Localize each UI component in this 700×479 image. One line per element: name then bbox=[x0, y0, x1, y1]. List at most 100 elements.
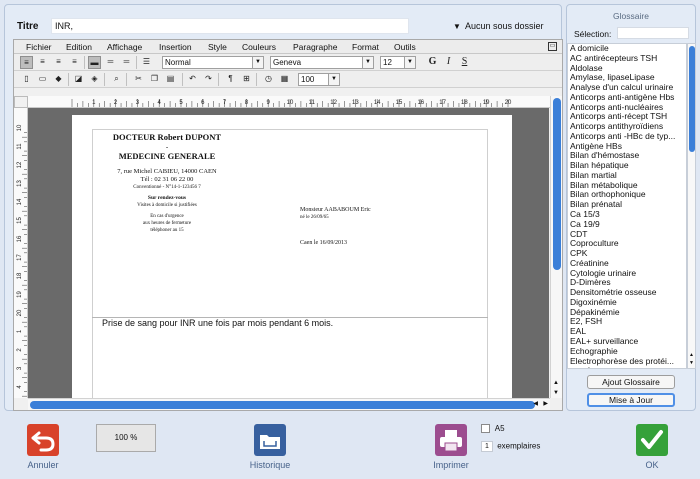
glossary-item[interactable]: CDT bbox=[568, 230, 686, 240]
update-button[interactable]: Mise à Jour bbox=[587, 393, 675, 407]
glossary-item[interactable]: Densitométrie osseuse bbox=[568, 288, 686, 298]
find-icon[interactable]: ⌕ bbox=[110, 73, 123, 86]
glossary-item[interactable]: D-Dimères bbox=[568, 278, 686, 288]
print-button[interactable]: Imprimer bbox=[426, 424, 476, 470]
glossary-item[interactable]: Digoxinémie bbox=[568, 298, 686, 308]
glossary-item[interactable]: AC antirécepteurs TSH bbox=[568, 54, 686, 64]
add-glossary-button[interactable]: Ajout Glossaire bbox=[587, 375, 675, 389]
menu-couleurs[interactable]: Couleurs bbox=[242, 42, 276, 52]
glossary-item[interactable]: Anticorps anti-récept TSH bbox=[568, 112, 686, 122]
ok-button[interactable]: OK bbox=[634, 424, 670, 470]
vertical-ruler[interactable]: 10 11 12 13 14 15 16 17 18 19 20 1 2 3 4 bbox=[14, 108, 28, 402]
glossary-item[interactable]: Bilan orthophonique bbox=[568, 190, 686, 200]
spacing-double-icon[interactable]: ═ bbox=[120, 56, 133, 69]
glossary-item[interactable]: Echographie bbox=[568, 347, 686, 357]
scroll-left-icon[interactable]: ◀ bbox=[533, 400, 538, 407]
size-select[interactable]: 12 ▼ bbox=[380, 56, 416, 69]
glossary-item[interactable]: E2, FSH bbox=[568, 317, 686, 327]
glossary-item[interactable]: Cytologie urinaire bbox=[568, 269, 686, 279]
glossary-item[interactable]: Bilan d'hémostase bbox=[568, 151, 686, 161]
spacing-onehalf-icon[interactable]: ═ bbox=[104, 56, 117, 69]
menu-fichier[interactable]: Fichier bbox=[26, 42, 52, 52]
align-left-icon[interactable]: ≡ bbox=[20, 56, 33, 69]
scrollbar-thumb[interactable] bbox=[689, 46, 695, 152]
zoom-select[interactable]: 100 ▼ bbox=[298, 73, 340, 86]
prescription-text[interactable]: Prise de sang pour INR une fois par mois… bbox=[102, 318, 333, 328]
redo-icon[interactable]: ↷ bbox=[202, 73, 215, 86]
glossary-item[interactable]: Bilan prénatal bbox=[568, 200, 686, 210]
open-folder-icon[interactable]: ▭ bbox=[36, 73, 49, 86]
folder-dropdown[interactable]: ▼ Aucun sous dossier bbox=[453, 21, 543, 31]
menu-edition[interactable]: Edition bbox=[66, 42, 92, 52]
glossary-item[interactable]: Bilan métabolique bbox=[568, 181, 686, 191]
spacing-single-icon[interactable]: ▬ bbox=[88, 56, 101, 69]
menu-outils[interactable]: Outils bbox=[394, 42, 416, 52]
glossary-item[interactable]: Coproculture bbox=[568, 239, 686, 249]
glossary-item[interactable]: Anticorps antithyroïdiens bbox=[568, 122, 686, 132]
document-area[interactable]: DOCTEUR Robert DUPONT - MEDECINE GENERAL… bbox=[28, 108, 549, 398]
glossary-item[interactable]: Antigène HBs bbox=[568, 142, 686, 152]
menu-style[interactable]: Style bbox=[208, 42, 227, 52]
document-horizontal-scrollbar[interactable]: ◀ ▶ bbox=[28, 398, 550, 410]
print-preview-icon[interactable]: ◪ bbox=[72, 73, 85, 86]
glossary-item[interactable]: Dépakinémie bbox=[568, 308, 686, 318]
paragraph-marks-icon[interactable]: ¶ bbox=[224, 73, 237, 86]
glossary-item[interactable]: Créatinine bbox=[568, 259, 686, 269]
document-page[interactable]: DOCTEUR Robert DUPONT - MEDECINE GENERAL… bbox=[72, 115, 512, 398]
glossary-item[interactable]: Bilan hépatique bbox=[568, 161, 686, 171]
scroll-up-icon[interactable]: ▲ bbox=[553, 380, 559, 386]
print-zoom-box[interactable]: 100 % bbox=[96, 424, 156, 452]
glossary-item[interactable]: Anticorps anti -HBc de typ... bbox=[568, 132, 686, 142]
menu-insertion[interactable]: Insertion bbox=[159, 42, 192, 52]
copy-icon[interactable]: ❐ bbox=[148, 73, 161, 86]
glossary-item[interactable]: Bilan martial bbox=[568, 171, 686, 181]
scroll-up-icon[interactable]: ▲ bbox=[689, 352, 694, 358]
paste-icon[interactable]: ▤ bbox=[164, 73, 177, 86]
scroll-down-icon[interactable]: ▼ bbox=[553, 390, 559, 396]
bold-button[interactable]: G bbox=[426, 56, 439, 69]
undo-icon[interactable]: ↶ bbox=[186, 73, 199, 86]
horizontal-ruler[interactable]: 1 2 3 4 5 6 7 8 9 10 11 12 13 14 15 16 17 18 19 20 bbox=[28, 96, 550, 108]
menu-paragraphe[interactable]: Paragraphe bbox=[293, 42, 337, 52]
menu-format[interactable]: Format bbox=[352, 42, 379, 52]
underline-button[interactable]: S bbox=[458, 56, 471, 69]
cut-icon[interactable]: ✂ bbox=[132, 73, 145, 86]
bullet-list-icon[interactable]: ☰ bbox=[140, 56, 153, 69]
scrollbar-thumb[interactable] bbox=[30, 401, 535, 409]
glossary-item[interactable]: EAL+ surveillance bbox=[568, 337, 686, 347]
clock-icon[interactable]: ◷ bbox=[262, 73, 275, 86]
glossary-item[interactable]: EAL bbox=[568, 327, 686, 337]
glossary-item[interactable]: Anticorps anti-nucléaires bbox=[568, 103, 686, 113]
save-icon[interactable]: ◆ bbox=[52, 73, 65, 86]
glossary-item[interactable]: Ca 15/3 bbox=[568, 210, 686, 220]
glossary-item[interactable]: A domicile bbox=[568, 44, 686, 54]
new-document-icon[interactable]: ▯ bbox=[20, 73, 33, 86]
glossary-item[interactable]: Ca 19/9 bbox=[568, 220, 686, 230]
a5-option[interactable]: A5 bbox=[481, 424, 505, 434]
align-justify-icon[interactable]: ≡ bbox=[68, 56, 81, 69]
glossary-item[interactable]: CPK bbox=[568, 249, 686, 259]
scroll-right-icon[interactable]: ▶ bbox=[543, 400, 548, 407]
scrollbar-thumb[interactable] bbox=[553, 98, 561, 270]
history-button[interactable]: Historique bbox=[242, 424, 298, 470]
style-select[interactable]: Normal ▼ bbox=[162, 56, 264, 69]
italic-button[interactable]: I bbox=[442, 56, 455, 69]
glossary-scrollbar[interactable]: ▲ ▼ bbox=[687, 43, 696, 369]
selection-input[interactable] bbox=[617, 27, 689, 39]
glossary-item[interactable]: Amylase, lipaseLipase bbox=[568, 73, 686, 83]
a5-checkbox[interactable] bbox=[481, 424, 490, 434]
document-vertical-scrollbar[interactable]: ▲ ▼ bbox=[550, 96, 562, 398]
print-icon[interactable]: ◈ bbox=[88, 73, 101, 86]
scroll-down-icon[interactable]: ▼ bbox=[689, 360, 694, 366]
copies-input[interactable]: 1 bbox=[481, 441, 493, 452]
glossary-list[interactable]: A domicile AC antirécepteurs TSH Aldolase A… bbox=[567, 43, 687, 369]
title-input[interactable]: INR, bbox=[51, 18, 409, 34]
calendar-icon[interactable]: ▦ bbox=[278, 73, 291, 86]
align-right-icon[interactable]: ≡ bbox=[52, 56, 65, 69]
align-center-icon[interactable]: ≡ bbox=[36, 56, 49, 69]
cancel-button[interactable]: Annuler bbox=[17, 424, 69, 470]
font-select[interactable]: Geneva ▼ bbox=[270, 56, 374, 69]
glossary-item[interactable]: Aldolase bbox=[568, 64, 686, 74]
close-editor-icon[interactable]: ▭ bbox=[548, 42, 557, 51]
glossary-item[interactable]: essai bbox=[568, 366, 686, 368]
